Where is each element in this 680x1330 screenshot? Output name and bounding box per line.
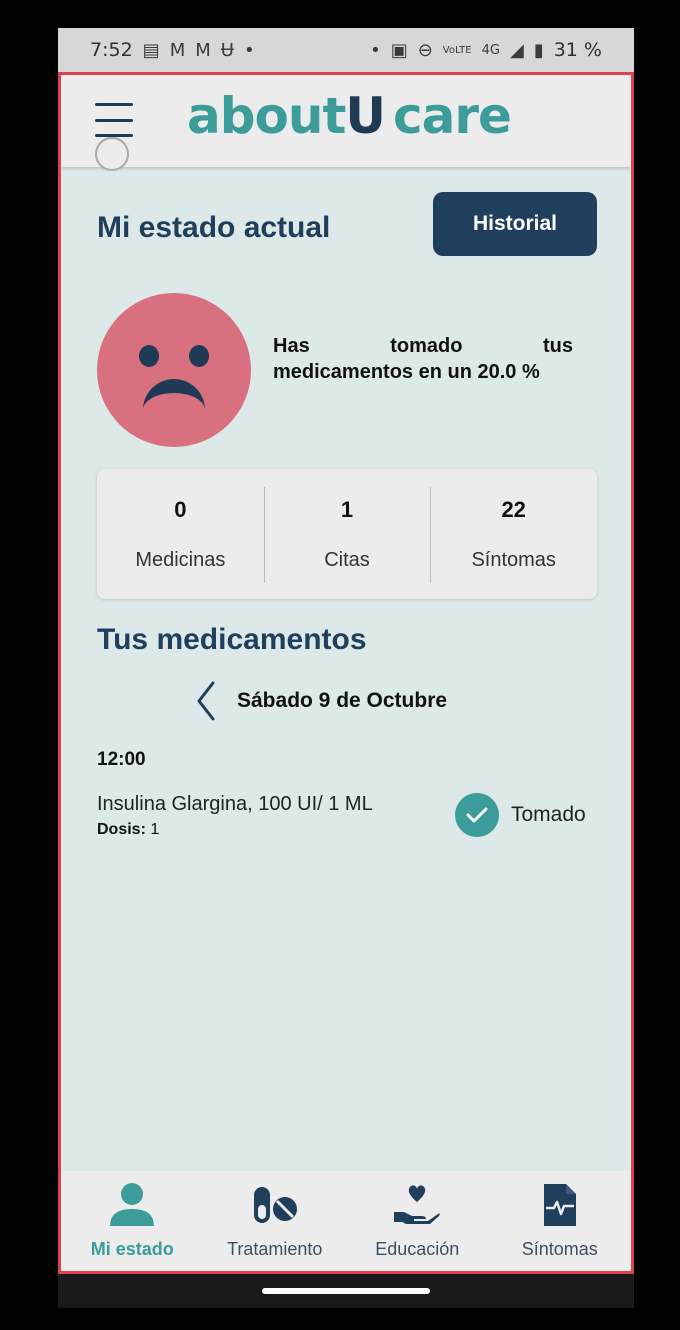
nav-item-mi-estado[interactable]: Mi estado	[61, 1171, 204, 1271]
dose-label: Dosis:	[97, 821, 146, 838]
phone-screen: 7:52 ▤ M M Ʉ • • ▣ ⊖ VoLTE 4G ◢ ▮ 31 % a…	[58, 28, 634, 1308]
more-notifications-dot-icon: •	[243, 39, 255, 61]
system-gesture-bar	[58, 1274, 634, 1308]
bottom-navigation: Mi estado Tratamiento Educación Síntomas	[61, 1171, 631, 1271]
nav-item-sintomas[interactable]: Síntomas	[489, 1171, 632, 1271]
stat-value: 0	[174, 496, 187, 522]
gmail-notification-icon-2: M	[195, 39, 211, 61]
news-notification-icon: ▤	[142, 39, 160, 61]
logo-u: U	[345, 87, 386, 145]
history-button[interactable]: Historial	[433, 192, 597, 256]
do-not-disturb-icon: ⊖	[417, 39, 433, 61]
symptom-document-icon	[540, 1179, 580, 1231]
taken-label: Tomado	[511, 803, 586, 826]
medication-dose: Dosis: 1	[97, 821, 159, 839]
volte-icon: VoLTE	[442, 44, 472, 56]
adherence-word-3: tus	[542, 335, 573, 357]
nav-label: Síntomas	[521, 1239, 598, 1259]
adherence-summary: Has tomado tus medicamentos en un 20.0 %	[273, 333, 573, 385]
medication-name: Insulina Glargina, 100 UI/ 1 ML	[97, 793, 373, 815]
adherence-line-2: medicamentos en un 20.0 %	[273, 361, 540, 383]
app-header: aboutU care	[61, 75, 631, 171]
nav-item-educacion[interactable]: Educación	[346, 1171, 489, 1271]
chevron-left-icon[interactable]	[191, 679, 221, 723]
stat-label: Medicinas	[135, 548, 226, 571]
nav-item-tratamiento[interactable]: Tratamiento	[204, 1171, 347, 1271]
stat-medicines[interactable]: 0 Medicinas	[97, 469, 264, 599]
stat-appointments[interactable]: 1 Citas	[263, 469, 431, 599]
page-title: Mi estado actual	[97, 211, 331, 244]
check-icon[interactable]	[455, 793, 499, 837]
medication-item[interactable]: Insulina Glargina, 100 UI/ 1 ML Dosis: 1…	[97, 793, 597, 853]
taken-status[interactable]: Tomado	[455, 793, 586, 837]
logo-care: care	[393, 87, 512, 145]
stat-symptoms[interactable]: 22 Síntomas	[430, 469, 597, 599]
dot-icon: •	[370, 39, 381, 61]
pills-icon	[250, 1179, 300, 1231]
status-time: 7:52	[90, 39, 133, 61]
left-eye	[139, 345, 159, 367]
hamburger-menu-icon[interactable]	[95, 103, 133, 137]
medications-title: Tus medicamentos	[97, 623, 367, 656]
dose-value: 1	[150, 821, 160, 838]
app-notification-icon: Ʉ	[220, 39, 234, 61]
nav-label: Tratamiento	[227, 1239, 323, 1259]
signal-icon: ◢	[509, 39, 524, 61]
nav-label: Mi estado	[90, 1239, 174, 1259]
stat-label: Síntomas	[471, 548, 556, 571]
right-eye	[189, 345, 209, 367]
cast-icon: ▣	[390, 39, 408, 61]
app-frame: aboutU care Mi estado actual Historial Ha…	[58, 72, 634, 1274]
app-logo: aboutU care	[187, 87, 512, 145]
battery-icon: ▮	[533, 39, 544, 61]
sad-face-icon	[97, 293, 251, 447]
gmail-notification-icon: M	[169, 39, 186, 61]
adherence-word-2: tomado	[390, 335, 463, 357]
frown-mouth	[143, 379, 205, 411]
logo-about: about	[187, 87, 346, 145]
battery-level: 31 %	[553, 39, 602, 61]
home-gesture-handle[interactable]	[262, 1288, 430, 1294]
heart-hand-icon	[392, 1179, 442, 1231]
menu-ripple-indicator	[95, 137, 129, 171]
network-type-label: 4G	[481, 42, 500, 58]
status-bar: 7:52 ▤ M M Ʉ • • ▣ ⊖ VoLTE 4G ◢ ▮ 31 %	[58, 28, 634, 72]
current-date: Sábado 9 de Octubre	[237, 689, 448, 712]
stats-card: 0 Medicinas 1 Citas 22 Síntomas	[97, 469, 597, 599]
nav-label: Educación	[375, 1239, 460, 1259]
stat-label: Citas	[324, 548, 370, 571]
stat-value: 22	[501, 496, 526, 522]
date-navigator: Sábado 9 de Octubre	[191, 679, 447, 723]
dose-time: 12:00	[97, 749, 146, 770]
person-icon	[107, 1179, 157, 1231]
stat-value: 1	[340, 496, 354, 522]
adherence-word-1: Has	[273, 335, 310, 357]
